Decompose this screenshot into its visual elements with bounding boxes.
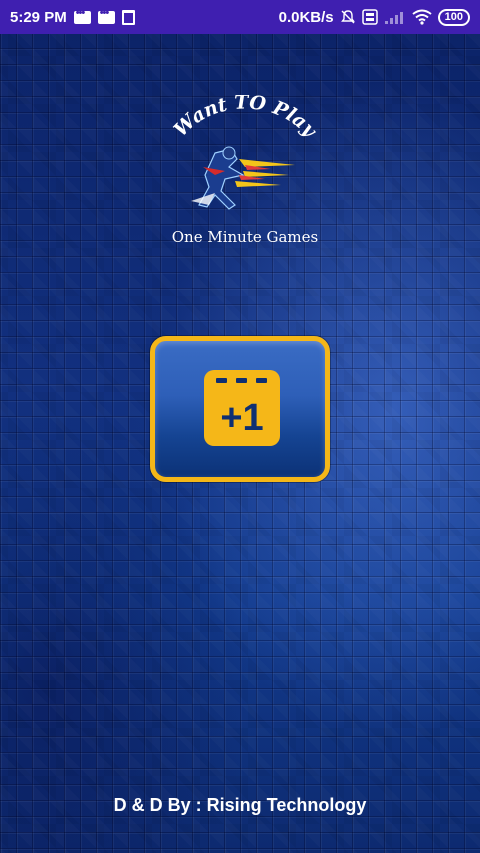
plus-one-game-button[interactable]: +1 [150,336,330,482]
message-icon [73,7,91,24]
wifi-icon [412,9,432,25]
status-bar: 5:29 PM 0.0KB/s 100 [0,0,480,34]
logo-arc-text: Want TO Play [170,95,322,143]
signal-icon [384,12,403,24]
network-speed: 0.0KB/s [278,8,334,26]
plus-one-label: +1 [220,397,263,439]
battery-icon: 100 [437,8,470,26]
app-logo: Want TO Play One Minute Games [170,95,322,246]
logo-subtitle: One Minute Games [172,228,318,246]
mute-bell-icon [340,10,355,24]
message-icon [97,7,115,24]
trash-icon [121,9,135,25]
volte-icon [361,9,378,25]
calendar-plus-one-icon: +1 [204,370,280,446]
runner-icon [191,146,295,210]
status-time: 5:29 PM [10,8,67,26]
footer-credit: D & D By : Rising Technology [113,795,367,815]
